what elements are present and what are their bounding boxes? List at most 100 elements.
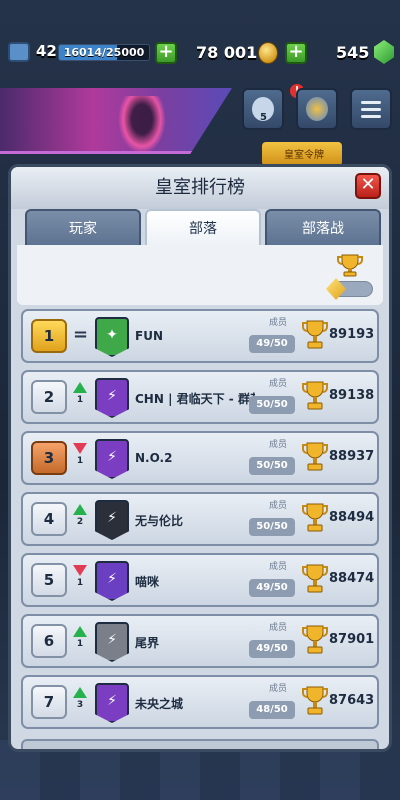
tab-clan-war[interactable]: 部落战 [265,209,381,245]
clan-name: 未央之城 [135,697,184,711]
trophy-icon [302,564,328,593]
tab-clans[interactable]: 部落 [145,209,261,245]
resource-bar: 42 16014/25000 + 78 001 + 545 [0,36,400,70]
leaderboard-panel: 皇室排行榜 ✕ 玩家 部落 部落战 1 = ✦ FUN 成员 49/50 891… [8,164,392,752]
members-label: 成员 [269,562,288,572]
rank-movement: 1 [73,443,87,466]
xp-progress-bar: 16014/25000 [58,44,150,61]
clan-name: N.O.2 [135,451,173,465]
clan-badge-icon: ⚡ [95,439,129,479]
panel-title: 皇室排行榜 [11,167,389,209]
clan-badge-icon: ⚡ [95,683,129,723]
badge-symbol-icon: ⚡ [107,632,117,648]
rank-number: 5 [31,563,67,597]
rank-change: 1 [76,639,84,649]
members-label: 成员 [269,379,288,389]
trophy-count: 88494 [329,510,375,525]
clan-row[interactable]: 5 1 ⚡ 喵咪 成员 49/50 88474 [21,553,379,607]
trophy-count: 87643 [329,693,375,708]
trophy-icon [302,686,328,715]
rank-movement: 2 [73,504,87,527]
badge-symbol-icon: ✦ [106,327,118,343]
rank-down-icon [73,565,87,576]
trophy-count: 88937 [329,449,375,464]
tab-players[interactable]: 玩家 [25,209,141,245]
clan-name: 喵咪 [135,575,160,589]
rank-number: 7 [31,685,67,719]
next-row-peek [21,739,379,749]
rank-up-icon [73,382,87,393]
trophy-icon [302,625,328,654]
menu-button[interactable] [350,88,392,130]
rank-down-icon [73,443,87,454]
rank-number: 6 [31,624,67,658]
rank-change: 1 [76,395,84,405]
add-xp-button[interactable]: + [155,42,177,64]
toggle-knob[interactable] [326,278,346,300]
clan-badge-icon: ⚡ [95,500,129,540]
rank-same-icon: = [73,324,89,345]
add-gold-button[interactable]: + [285,42,307,64]
clan-row[interactable]: 2 1 ⚡ CHN | 君临天下 - 群英汇 成员 50/50 89138 [21,370,379,424]
clan-row[interactable]: 1 = ✦ FUN 成员 49/50 89193 [21,309,379,363]
trophy-count: 87901 [329,632,375,647]
xp-text: 16014/25000 [63,46,145,59]
trophy-count: 89193 [329,327,375,342]
rank-number: 3 [31,441,67,475]
rank-movement: 1 [73,626,87,649]
clan-row[interactable]: 3 1 ⚡ N.O.2 成员 50/50 88937 [21,431,379,485]
trophy-filter-toggle[interactable] [326,278,373,300]
gold-amount: 78 001 [196,43,258,62]
trophy-count: 88474 [329,571,375,586]
rank-movement: 1 [73,382,87,405]
rank-movement: 3 [73,687,87,710]
members-count: 50/50 [249,396,295,414]
clan-row[interactable]: 4 2 ⚡ 无与伦比 成员 50/50 88494 [21,492,379,546]
members-count: 49/50 [249,640,295,658]
tab-bar: 玩家 部落 部落战 [25,209,381,245]
clan-row[interactable]: 7 3 ⚡ 未央之城 成员 48/50 87643 [21,675,379,729]
gem-icon [374,40,394,64]
rank-number: 2 [31,380,67,414]
members-label: 成员 [269,684,288,694]
rank-change: 1 [76,578,84,588]
level-icon [8,42,30,62]
trophy-icon [302,320,328,349]
menu-icon [361,101,381,104]
clan-badge-icon: ⚡ [95,561,129,601]
rank-movement: 1 [73,565,87,588]
members-count: 50/50 [249,457,295,475]
clan-badge-icon: ⚡ [95,622,129,662]
clan-name: 尾界 [135,636,160,650]
members-label: 成员 [269,623,288,633]
trophy-count: 89138 [329,388,375,403]
members-label: 成员 [269,440,288,450]
rank-change: 3 [76,700,84,710]
badge-symbol-icon: ⚡ [107,510,117,526]
trophy-icon [302,442,328,471]
close-button[interactable]: ✕ [355,173,381,199]
trophy-icon [302,503,328,532]
members-count: 49/50 [249,335,295,353]
rank-up-icon [73,504,87,515]
clan-badge-icon: ⚡ [95,378,129,418]
chest-icon [306,97,328,121]
friends-count: 5 [260,112,267,123]
clan-badge-icon: ✦ [95,317,129,357]
clan-row[interactable]: 6 1 ⚡ 尾界 成员 49/50 87901 [21,614,379,668]
members-count: 49/50 [249,579,295,597]
banner-character [118,96,166,154]
royal-token-label[interactable]: 皇室令牌 [262,142,342,166]
badge-symbol-icon: ⚡ [107,693,117,709]
rank-change: 1 [76,456,84,466]
rank-up-icon [73,687,87,698]
rank-number: 4 [31,502,67,536]
rank-up-icon [73,626,87,637]
clan-name: CHN | 君临天下 - 群英汇 [135,392,255,406]
members-label: 成员 [269,501,288,511]
friends-button[interactable]: 5 [242,88,284,130]
trophy-icon [302,381,328,410]
badge-symbol-icon: ⚡ [107,449,117,465]
chest-button[interactable] [296,88,338,130]
level-number: 42 [36,42,57,60]
